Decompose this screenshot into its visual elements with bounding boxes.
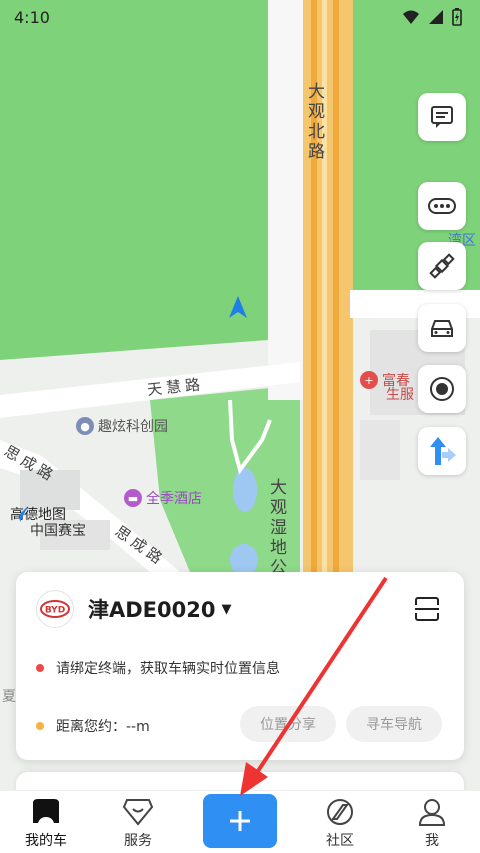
message-button[interactable]	[418, 93, 466, 141]
satellite-icon	[429, 253, 455, 279]
byd-logo-icon: BYD	[40, 600, 70, 618]
message-icon	[431, 106, 453, 128]
road-label: 大观湿地公	[266, 478, 286, 578]
caret-down-icon: ▼	[221, 601, 232, 617]
hotel-icon: ▬	[124, 489, 142, 507]
nav-services[interactable]: 服务	[98, 797, 178, 850]
locate-button[interactable]	[418, 365, 466, 413]
satellite-button[interactable]	[418, 242, 466, 290]
car-icon	[431, 320, 453, 337]
poi-quxuan[interactable]: ● 趣炫科创园	[76, 416, 168, 436]
scan-icon	[415, 597, 439, 621]
more-icon	[428, 198, 456, 214]
road-label: 大观北路	[304, 82, 324, 162]
poi-pin-icon: ●	[76, 417, 94, 435]
wifi-icon	[403, 10, 419, 24]
location-icon	[430, 377, 454, 401]
status-time: 4:10	[14, 7, 50, 27]
distance-info: 距离您约：--m	[36, 716, 150, 736]
poi-label: 全季酒店	[146, 491, 202, 507]
heart-diamond-icon	[122, 799, 154, 826]
person-icon	[418, 799, 446, 826]
gaode-arrow-icon	[12, 506, 28, 522]
poi-label: 趣炫科创园	[98, 419, 168, 435]
compass-icon	[327, 799, 353, 825]
battery-icon	[452, 8, 462, 26]
share-location-button[interactable]: 位置分享	[240, 706, 336, 742]
nav-me[interactable]: 我	[392, 797, 472, 850]
nav-community[interactable]: 社区	[300, 797, 380, 850]
bind-notice: 请绑定终端，获取车辆实时位置信息	[36, 658, 280, 678]
poi-label: 生服	[386, 387, 414, 403]
signal-icon	[429, 10, 443, 24]
poi-label: 中国赛宝	[30, 523, 86, 539]
find-car-navigation-button[interactable]: 寻车导航	[346, 706, 442, 742]
status-bar: 4:10	[0, 0, 480, 34]
status-icons	[402, 8, 462, 26]
plate-selector[interactable]: 津ADE0020 ▼	[88, 594, 231, 624]
poi-quanji[interactable]: ▬ 全季酒店	[124, 488, 202, 508]
navigation-icon	[430, 437, 456, 465]
poi-label: 夏	[2, 689, 16, 705]
car-face-icon	[33, 799, 59, 823]
nav-my-car[interactable]: 我的车	[6, 797, 86, 850]
distance-dot	[36, 722, 44, 730]
navigation-button[interactable]	[418, 427, 466, 475]
car-view-button[interactable]	[418, 304, 466, 352]
hospital-icon: +	[360, 371, 378, 389]
brand-logo: BYD	[36, 590, 74, 628]
svg-text:BYD: BYD	[45, 606, 65, 616]
plate-number: 津ADE0020	[88, 598, 216, 622]
plus-icon	[230, 811, 250, 831]
alert-dot	[36, 664, 44, 672]
add-button[interactable]	[203, 794, 277, 848]
vehicle-card: BYD 津ADE0020 ▼ 请绑定终端，获取车辆实时位置信息 距离您约：--m…	[16, 572, 464, 760]
scan-button[interactable]	[412, 594, 442, 624]
more-button[interactable]	[418, 182, 466, 230]
